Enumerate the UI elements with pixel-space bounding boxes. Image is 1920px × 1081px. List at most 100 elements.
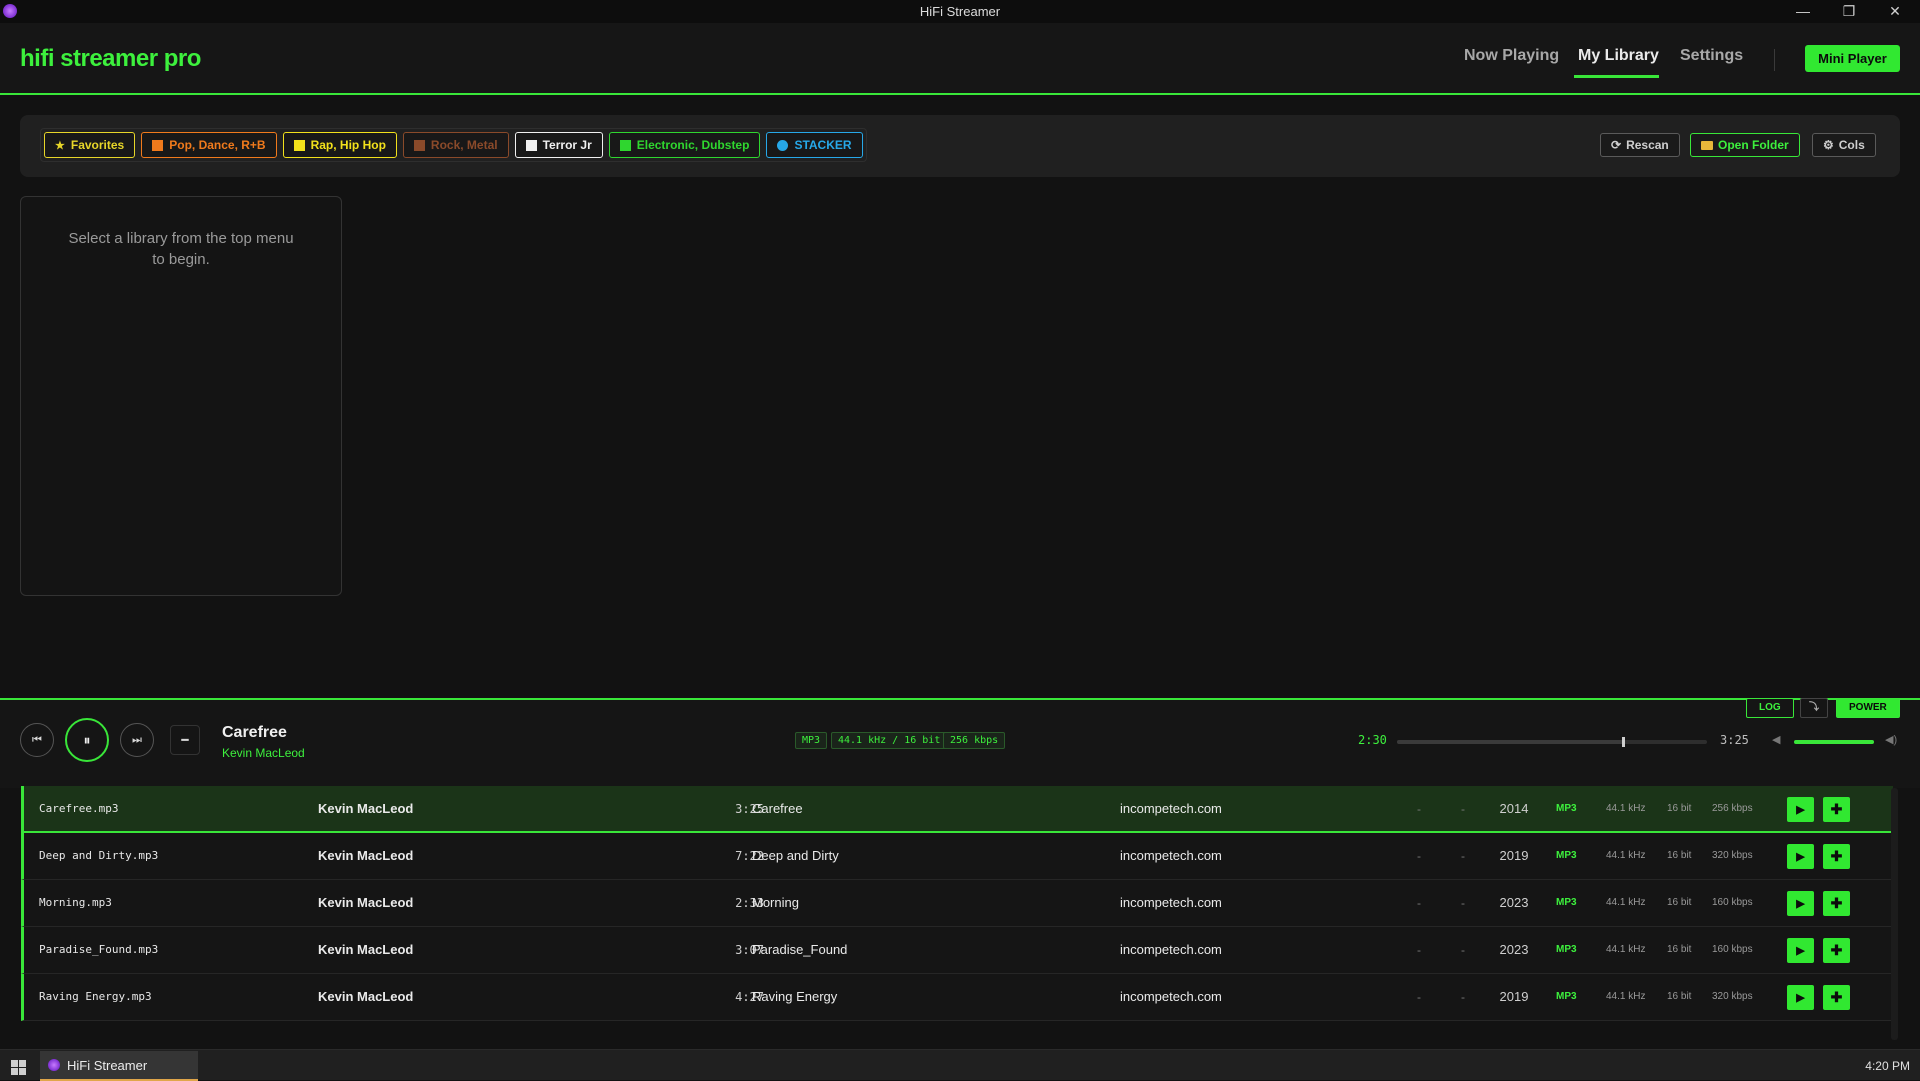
now-playing-artist[interactable]: Kevin MacLeod [222, 746, 305, 760]
library-chip-label: Electronic, Dubstep [636, 138, 750, 152]
active-tab-indicator [1574, 75, 1659, 78]
play-track-button[interactable]: ▶ [1787, 938, 1814, 963]
volume-high-icon[interactable]: ◀) [1885, 733, 1897, 746]
open-folder-button[interactable]: Open Folder [1690, 133, 1800, 157]
plus-icon: ✚ [1830, 801, 1843, 817]
system-clock: 4:20 PM [1865, 1059, 1910, 1073]
total-time: 3:25 [1720, 733, 1749, 747]
play-icon: ▶ [1796, 851, 1805, 863]
format-badge: MP3 [795, 732, 828, 749]
track-bit-depth: 16 bit [1667, 991, 1692, 1002]
track-year: 2023 [1499, 942, 1529, 957]
add-to-queue-button[interactable]: ✚ [1823, 985, 1850, 1010]
track-row[interactable]: Raving Energy.mp3 Kevin MacLeod 4:27 Raving… [21, 974, 1893, 1021]
track-format: MP3 [1556, 850, 1577, 861]
play-track-button[interactable]: ▶ [1787, 985, 1814, 1010]
seek-handle[interactable] [1622, 737, 1626, 747]
track-rating: - [1461, 943, 1465, 957]
play-track-button[interactable]: ▶ [1787, 797, 1814, 822]
track-sample-rate: 44.1 kHz [1606, 803, 1646, 814]
track-list-scrollbar[interactable] [1891, 788, 1898, 1040]
add-to-queue-button[interactable]: ✚ [1823, 797, 1850, 822]
library-chip-group: ★ Favorites Pop, Dance, R+B Rap, Hip Hop Roc… [40, 128, 867, 162]
library-chip[interactable]: Pop, Dance, R+B [141, 132, 277, 158]
stop-button[interactable]: ━ [170, 725, 200, 755]
nav-my-library[interactable]: My Library [1578, 47, 1659, 65]
color-swatch-icon [413, 139, 425, 151]
volume-slider[interactable] [1794, 740, 1874, 744]
track-album: incompetech.com [1120, 989, 1222, 1004]
now-playing-title: Carefree [222, 724, 287, 741]
library-chip-label: Pop, Dance, R+B [169, 138, 266, 152]
track-bitrate: 256 kbps [1712, 803, 1753, 814]
rescan-button[interactable]: ⟳ Rescan [1600, 133, 1680, 157]
add-to-queue-button[interactable]: ✚ [1823, 938, 1850, 963]
track-album: incompetech.com [1120, 848, 1222, 863]
play-track-button[interactable]: ▶ [1787, 891, 1814, 916]
add-to-queue-button[interactable]: ✚ [1823, 891, 1850, 916]
track-artist: Kevin MacLeod [318, 942, 414, 957]
track-genre: - [1417, 896, 1421, 910]
window-titlebar: HiFi Streamer — ❐ ✕ [0, 0, 1920, 23]
track-album: incompetech.com [1120, 801, 1222, 816]
restore-button[interactable]: ❐ [1826, 0, 1872, 23]
library-chip[interactable]: Terror Jr [514, 132, 603, 158]
library-panel: Select a library from the top menu to be… [20, 196, 342, 596]
library-chip[interactable]: Electronic, Dubstep [608, 132, 761, 158]
track-sample-rate: 44.1 kHz [1606, 991, 1646, 1002]
color-dot-icon [777, 139, 789, 151]
library-chip[interactable]: ★ Favorites [44, 132, 136, 158]
taskbar-app-label: HiFi Streamer [67, 1057, 148, 1073]
add-to-queue-button[interactable]: ✚ [1823, 844, 1850, 869]
track-row[interactable]: Paradise_Found.mp3 Kevin MacLeod 3:07 Parad… [21, 927, 1893, 974]
plus-icon: ✚ [1830, 989, 1843, 1005]
track-title: Deep and Dirty [752, 848, 839, 863]
previous-button[interactable]: ⏮ [20, 723, 54, 757]
track-rating: - [1461, 802, 1465, 816]
minus-icon: ━ [181, 733, 189, 747]
library-toolbar: ★ Favorites Pop, Dance, R+B Rap, Hip Hop Roc… [20, 115, 1900, 177]
library-chip[interactable]: Rock, Metal [402, 132, 509, 158]
library-chip-label: Terror Jr [542, 138, 592, 152]
mini-player-button[interactable]: Mini Player [1805, 45, 1900, 72]
volume-fill [1794, 740, 1874, 744]
play-track-button[interactable]: ▶ [1787, 844, 1814, 869]
close-button[interactable]: ✕ [1872, 0, 1918, 23]
track-list: Carefree.mp3 Kevin MacLeod 3:25 Carefree inc… [21, 786, 1897, 1041]
volume-low-icon[interactable]: ◀ [1772, 733, 1780, 746]
plus-icon: ✚ [1830, 942, 1843, 958]
track-row[interactable]: Carefree.mp3 Kevin MacLeod 3:25 Carefree inc… [21, 786, 1893, 833]
nav-settings[interactable]: Settings [1680, 47, 1743, 65]
track-row[interactable]: Deep and Dirty.mp3 Kevin MacLeod 7:22 Deep … [21, 833, 1893, 880]
start-menu-icon[interactable] [11, 1060, 26, 1075]
power-button[interactable]: POWER [1836, 698, 1900, 718]
library-chip[interactable]: STACKER [766, 132, 863, 158]
brand-logo: hifi streamer pro [20, 45, 201, 72]
track-sample-rate: 44.1 kHz [1606, 897, 1646, 908]
log-button[interactable]: LOG [1746, 698, 1794, 718]
track-genre: - [1417, 802, 1421, 816]
track-year: 2014 [1499, 801, 1529, 816]
elapsed-time: 2:30 [1358, 733, 1387, 747]
taskbar-app-hifi-streamer[interactable]: HiFi Streamer [40, 1051, 198, 1081]
track-row[interactable]: Morning.mp3 Kevin MacLeod 2:33 Morning incom… [21, 880, 1893, 927]
track-sample-rate: 44.1 kHz [1606, 850, 1646, 861]
track-format: MP3 [1556, 803, 1577, 814]
next-button[interactable]: ⏭ [120, 723, 154, 757]
collapse-button[interactable]: ⤵ [1800, 698, 1828, 718]
track-bitrate: 160 kbps [1712, 897, 1753, 908]
track-bitrate: 320 kbps [1712, 850, 1753, 861]
track-rating: - [1461, 990, 1465, 1004]
refresh-icon: ⟳ [1611, 138, 1622, 152]
color-swatch-icon [619, 139, 631, 151]
minimize-button[interactable]: — [1780, 0, 1826, 23]
skip-forward-icon: ⏭ [132, 733, 142, 746]
play-icon: ▶ [1796, 804, 1805, 816]
library-chip[interactable]: Rap, Hip Hop [282, 132, 397, 158]
track-year: 2019 [1499, 848, 1529, 863]
nav-now-playing[interactable]: Now Playing [1464, 47, 1559, 65]
cols-button[interactable]: ⚙ Cols [1812, 133, 1876, 157]
pause-button[interactable]: ⏸ [65, 718, 109, 762]
seek-bar[interactable] [1397, 737, 1707, 747]
track-bit-depth: 16 bit [1667, 944, 1692, 955]
